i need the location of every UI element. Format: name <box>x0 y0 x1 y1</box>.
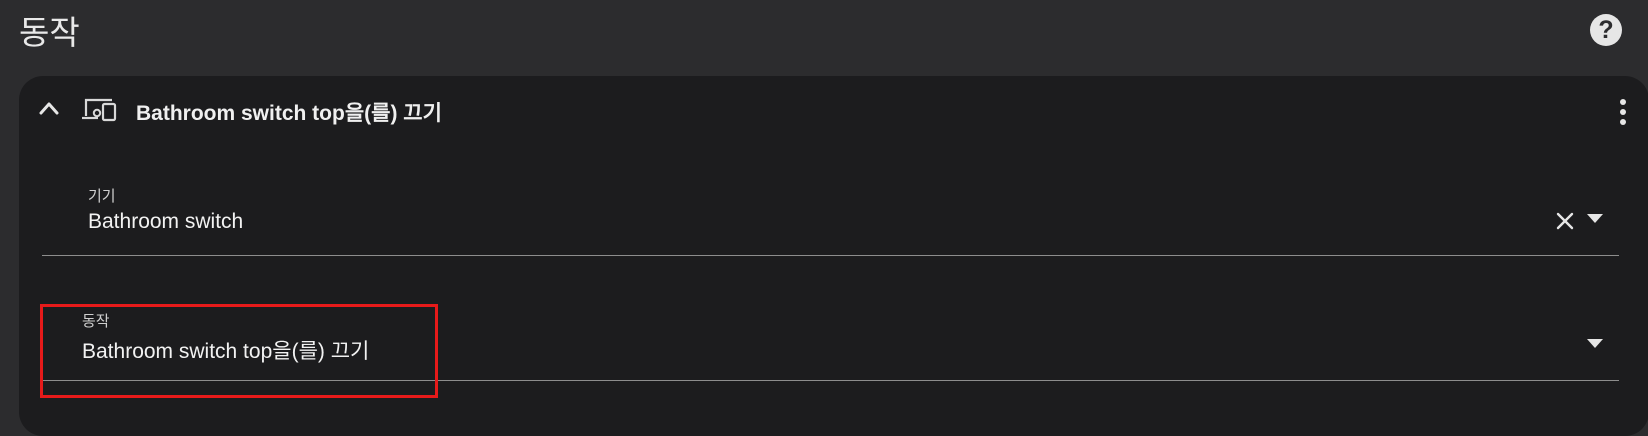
device-field-label: 기기 <box>88 187 116 205</box>
action-card: Bathroom switch top을(를) 끄기 기기 Bathroom s… <box>19 76 1648 436</box>
action-card-header[interactable]: Bathroom switch top을(를) 끄기 <box>19 76 1648 146</box>
help-icon[interactable]: ? <box>1590 14 1622 46</box>
device-field-value: Bathroom switch <box>88 210 244 233</box>
action-field-label: 동작 <box>82 312 110 330</box>
device-field-underline <box>42 255 1619 256</box>
action-field-value: Bathroom switch top을(를) 끄기 <box>82 340 370 363</box>
action-field[interactable]: 동작 Bathroom switch top을(를) 끄기 <box>42 301 1619 381</box>
more-vertical-icon[interactable] <box>1609 98 1637 126</box>
chevron-down-icon[interactable] <box>1587 339 1603 349</box>
action-card-title: Bathroom switch top을(를) 끄기 <box>136 102 442 125</box>
device-field[interactable]: 기기 Bathroom switch <box>42 176 1619 256</box>
section-title: 동작 <box>19 13 80 52</box>
chevron-up-icon[interactable] <box>38 100 60 116</box>
devices-icon <box>82 98 117 122</box>
action-field-underline <box>42 380 1619 381</box>
clear-icon[interactable] <box>1554 210 1576 232</box>
chevron-down-icon[interactable] <box>1587 214 1603 224</box>
